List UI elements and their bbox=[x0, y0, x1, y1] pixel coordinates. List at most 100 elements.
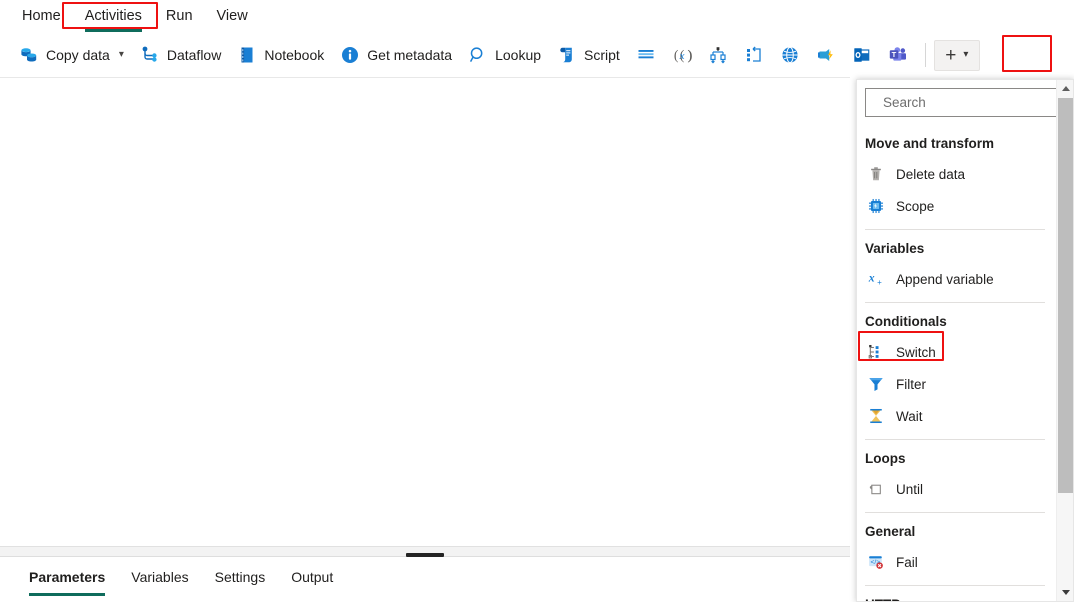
ribbon-tab-strip: Home Activities Run View bbox=[0, 0, 1074, 33]
stored-procedure-icon bbox=[636, 45, 656, 65]
command-teams[interactable]: T bbox=[881, 39, 915, 71]
trash-icon bbox=[867, 165, 885, 183]
chevron-down-icon: ▾ bbox=[119, 50, 124, 60]
activities-flyout-panel: Move and transform Delete data bbox=[856, 79, 1074, 602]
ribbon-tab-run-label: Run bbox=[166, 8, 193, 24]
azure-function-icon bbox=[816, 45, 836, 65]
ribbon-tab-home[interactable]: Home bbox=[10, 2, 73, 31]
group-move-and-transform: Move and transform Delete data bbox=[857, 125, 1055, 230]
scrollbar-thumb[interactable] bbox=[1058, 98, 1073, 493]
command-get-metadata-label: Get metadata bbox=[367, 47, 452, 63]
command-notebook[interactable]: Notebook bbox=[230, 39, 331, 71]
command-dataflow-label: Dataflow bbox=[167, 47, 221, 63]
command-copy-data-label: Copy data bbox=[46, 47, 110, 63]
scroll-down-arrow-icon[interactable] bbox=[1057, 584, 1074, 601]
svg-text:x: x bbox=[868, 272, 875, 285]
activity-delete-data[interactable]: Delete data bbox=[857, 158, 1055, 190]
tab-settings-label: Settings bbox=[215, 569, 266, 585]
activity-filter-label: Filter bbox=[896, 377, 926, 392]
activity-append-variable[interactable]: x + Append variable bbox=[857, 263, 1055, 295]
command-dataflow[interactable]: Dataflow bbox=[133, 39, 228, 71]
scroll-up-arrow-icon[interactable] bbox=[1057, 80, 1074, 97]
activity-scope-label: Scope bbox=[896, 199, 934, 214]
command-foreach[interactable] bbox=[737, 39, 771, 71]
group-title-http: HTTP bbox=[857, 586, 1055, 601]
command-script[interactable]: Script bbox=[550, 39, 627, 71]
command-lookup[interactable]: Lookup bbox=[461, 39, 548, 71]
scope-chip-icon bbox=[867, 197, 885, 215]
tab-parameters-label: Parameters bbox=[29, 569, 105, 585]
flyout-scrollbar[interactable] bbox=[1056, 80, 1073, 601]
activity-list[interactable]: Move and transform Delete data bbox=[857, 125, 1055, 601]
append-variable-icon: x + bbox=[867, 270, 885, 288]
command-get-metadata[interactable]: Get metadata bbox=[333, 39, 459, 71]
activity-until[interactable]: Until bbox=[857, 473, 1055, 505]
command-azure-function[interactable] bbox=[809, 39, 843, 71]
if-condition-icon bbox=[708, 45, 728, 65]
command-web[interactable] bbox=[773, 39, 807, 71]
ribbon-tab-run[interactable]: Run bbox=[154, 2, 205, 31]
activity-fail-label: Fail bbox=[896, 555, 918, 570]
tab-parameters[interactable]: Parameters bbox=[16, 559, 118, 596]
until-loop-icon bbox=[867, 480, 885, 498]
tab-variables[interactable]: Variables bbox=[118, 559, 201, 596]
activity-wait-label: Wait bbox=[896, 409, 923, 424]
filter-funnel-icon bbox=[867, 375, 885, 393]
set-variable-icon: ( x ) ( ) bbox=[672, 45, 692, 65]
group-http: HTTP bbox=[857, 586, 1055, 601]
search-input[interactable] bbox=[881, 94, 1062, 111]
pipeline-editor-window: Home Activities Run View Copy data ▾ bbox=[0, 0, 1074, 602]
ribbon-tab-activities-label: Activities bbox=[85, 8, 142, 24]
group-variables: Variables x + Append variable bbox=[857, 230, 1055, 303]
tab-output-label: Output bbox=[291, 569, 333, 585]
lookup-icon bbox=[468, 45, 488, 65]
svg-text:(: ( bbox=[674, 48, 679, 64]
group-title-variables: Variables bbox=[857, 230, 1055, 263]
activity-append-variable-label: Append variable bbox=[896, 272, 994, 287]
search-box[interactable] bbox=[865, 88, 1065, 117]
ribbon-tab-home-label: Home bbox=[22, 8, 61, 24]
svg-text:+: + bbox=[877, 278, 882, 287]
activity-scope[interactable]: Scope bbox=[857, 190, 1055, 222]
command-lookup-label: Lookup bbox=[495, 47, 541, 63]
group-title-conditionals: Conditionals bbox=[857, 303, 1055, 336]
activity-until-label: Until bbox=[896, 482, 923, 497]
tab-output[interactable]: Output bbox=[278, 559, 346, 596]
web-globe-icon bbox=[780, 45, 800, 65]
activity-filter[interactable]: Filter bbox=[857, 368, 1055, 400]
tab-settings[interactable]: Settings bbox=[202, 559, 279, 596]
pipeline-canvas[interactable] bbox=[0, 77, 850, 546]
pane-splitter[interactable] bbox=[0, 546, 850, 557]
command-if-condition[interactable] bbox=[701, 39, 735, 71]
properties-pane: Parameters Variables Settings Output bbox=[0, 557, 850, 602]
notebook-icon bbox=[237, 45, 257, 65]
ribbon-tab-view[interactable]: View bbox=[205, 2, 260, 31]
copy-data-icon bbox=[19, 45, 39, 65]
command-stored-procedure[interactable] bbox=[629, 39, 663, 71]
properties-tab-strip: Parameters Variables Settings Output bbox=[0, 557, 850, 597]
outlook-icon bbox=[852, 45, 872, 65]
activity-wait[interactable]: Wait bbox=[857, 400, 1055, 432]
group-general: General </> Fail bbox=[857, 513, 1055, 586]
ribbon-tab-activities[interactable]: Activities bbox=[73, 2, 154, 31]
command-outlook[interactable] bbox=[845, 39, 879, 71]
svg-text:): ) bbox=[687, 48, 692, 64]
group-title-move-and-transform: Move and transform bbox=[857, 125, 1055, 158]
script-icon bbox=[557, 45, 577, 65]
dataflow-icon bbox=[140, 45, 160, 65]
command-set-variable[interactable]: ( x ) ( ) bbox=[665, 39, 699, 71]
group-title-general: General bbox=[857, 513, 1055, 546]
add-activity-button[interactable]: + ▾ bbox=[934, 40, 980, 71]
group-loops: Loops Until bbox=[857, 440, 1055, 513]
command-notebook-label: Notebook bbox=[264, 47, 324, 63]
activity-switch[interactable]: Switch bbox=[857, 336, 1055, 368]
activity-delete-data-label: Delete data bbox=[896, 167, 965, 182]
wait-hourglass-icon bbox=[867, 407, 885, 425]
group-title-loops: Loops bbox=[857, 440, 1055, 473]
tab-variables-label: Variables bbox=[131, 569, 188, 585]
chevron-down-icon: ▾ bbox=[963, 50, 968, 60]
command-script-label: Script bbox=[584, 47, 620, 63]
plus-icon: + bbox=[945, 46, 956, 65]
command-copy-data[interactable]: Copy data ▾ bbox=[12, 39, 131, 71]
activity-fail[interactable]: </> Fail bbox=[857, 546, 1055, 578]
